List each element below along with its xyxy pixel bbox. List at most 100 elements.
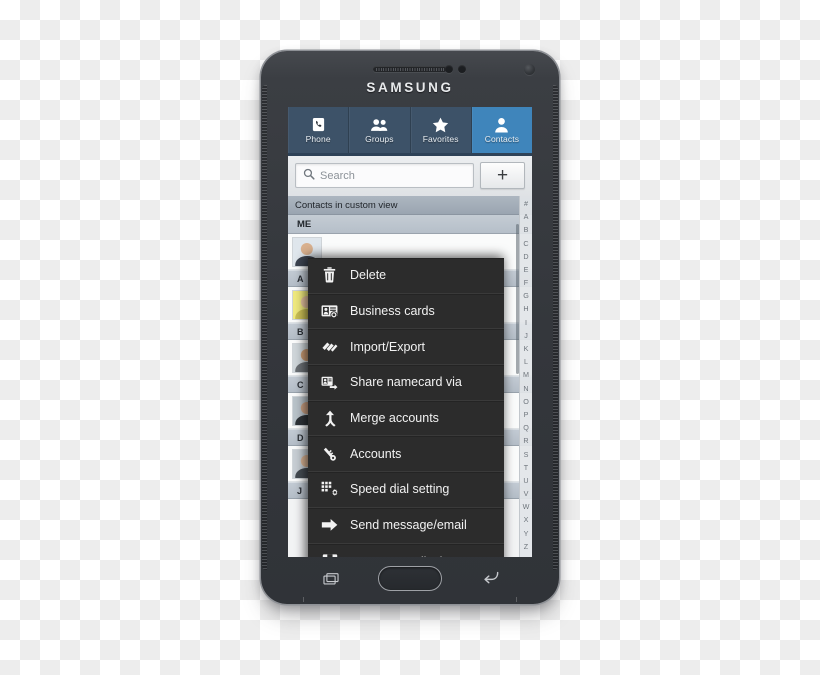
index-letter-z[interactable]: Z [520,540,532,553]
index-letter-i[interactable]: I [520,316,532,329]
tab-favorites-label: Favorites [422,134,459,145]
menu-item-label: Business cards [350,304,435,319]
index-letter-y[interactable]: Y [520,527,532,540]
phone-top-hardware: SAMSUNG [261,51,559,107]
right-side-rail [553,85,558,570]
recents-icon[interactable] [323,573,339,585]
index-letter-d[interactable]: D [520,250,532,263]
index-letter-k[interactable]: K [520,342,532,355]
index-letter-f[interactable]: F [520,276,532,289]
me-label: ME [297,218,312,230]
menu-item-share-namecard-via[interactable]: Share namecard via [308,365,504,401]
index-letter-u[interactable]: U [520,474,532,487]
front-camera-icon [524,64,535,75]
tab-phone[interactable]: Phone [288,107,350,153]
proximity-sensor-icon [445,65,453,73]
phone-bottom-hardware [261,557,559,604]
index-letter-v[interactable]: V [520,487,532,500]
tab-contacts-label: Contacts [484,134,520,145]
person-icon [494,116,509,133]
list-scrollbar[interactable] [516,224,519,374]
bottom-seam-left [303,597,304,602]
tab-contacts[interactable]: Contacts [471,107,532,153]
samsung-brand-logo: SAMSUNG [366,80,454,95]
tab-favorites[interactable]: Favorites [410,107,472,153]
phone-screen: Phone Groups Favorites Contacts Search +… [288,107,532,557]
index-letter-b[interactable]: B [520,223,532,236]
menu-item-contacts-to-display[interactable]: Contacts to display [308,544,504,558]
index-letter-g[interactable]: G [520,289,532,302]
index-letter-t[interactable]: T [520,461,532,474]
index-letter-r[interactable]: R [520,434,532,447]
section-letter-label: D [297,432,304,443]
index-letter-s[interactable]: S [520,448,532,461]
menu-item-label: Accounts [350,446,402,461]
section-letter-label: J [297,485,303,496]
search-placeholder-text: Search [320,169,355,182]
index-letter-w[interactable]: W [520,500,532,513]
menu-item-accounts[interactable]: Accounts [308,436,504,473]
menu-item-label: Import/Export [350,339,426,354]
menu-item-label: Merge accounts [350,411,439,426]
key-icon [321,445,338,462]
menu-item-send-message-email[interactable]: Send message/email [308,508,504,544]
menu-item-label: Send message/email [350,518,467,533]
contacts-list-area[interactable]: Contacts in custom view ME A B C D J # A… [288,196,532,557]
custom-view-label: Contacts in custom view [295,199,398,211]
samsung-phone-device: SAMSUNG Phone Groups Favorites Contacts … [261,51,559,604]
index-letter-j[interactable]: J [520,329,532,342]
menu-item-label: Delete [350,268,387,283]
share-card-icon [321,374,338,391]
light-sensor-icon [458,65,466,73]
import-export-icon [321,338,338,355]
menu-item-merge-accounts[interactable]: Merge accounts [308,401,504,437]
menu-item-label: Share namecard via [350,375,462,390]
index-letter-l[interactable]: L [520,355,532,368]
phone-handset-icon [311,116,326,133]
custom-view-header: Contacts in custom view [288,196,532,215]
app-tab-bar: Phone Groups Favorites Contacts [288,107,532,153]
menu-item-label: Speed dial setting [350,482,450,497]
me-section-header: ME [288,215,532,234]
trash-icon [321,267,338,284]
index-letter-m[interactable]: M [520,368,532,381]
back-icon[interactable] [482,571,499,586]
alphabet-index-strip[interactable]: # A B C D E F G H I J K L M N O P Q R S T U V W X Y Z [519,196,532,557]
keypad-gear-icon [321,481,338,498]
search-input[interactable]: Search [295,163,474,188]
index-letter-c[interactable]: C [520,237,532,250]
plus-icon: + [496,165,509,186]
merge-arrow-icon [321,410,338,427]
menu-item-speed-dial-setting[interactable]: Speed dial setting [308,472,504,508]
index-letter-n[interactable]: N [520,382,532,395]
index-letter-p[interactable]: P [520,408,532,421]
add-contact-button[interactable]: + [480,162,525,189]
group-people-icon [370,116,389,133]
index-letter-q[interactable]: Q [520,421,532,434]
bottom-seam-right [516,597,517,602]
index-letter-a[interactable]: A [520,210,532,223]
index-letter-o[interactable]: O [520,395,532,408]
index-letter-x[interactable]: X [520,514,532,527]
menu-item-import-export[interactable]: Import/Export [308,329,504,366]
menu-item-business-cards[interactable]: Business cards [308,294,504,330]
section-letter-label: C [297,379,304,390]
index-letter-e[interactable]: E [520,263,532,276]
search-icon [303,167,315,185]
search-row: Search + [288,156,532,196]
section-letter-label: B [297,326,304,337]
index-letter-h[interactable]: H [520,303,532,316]
star-icon [432,116,449,133]
arrow-right-icon [321,517,338,534]
tab-groups[interactable]: Groups [349,107,411,153]
menu-item-delete[interactable]: Delete [308,258,504,294]
menu-item-label: Contacts to display [350,555,456,558]
earpiece-speaker-grille [373,66,447,72]
index-letter-hash[interactable]: # [520,197,532,210]
display-icon [321,552,338,557]
business-card-icon [321,303,338,320]
left-side-rail [262,85,267,570]
tab-groups-label: Groups [365,134,394,145]
home-button[interactable] [378,566,442,591]
tab-phone-label: Phone [305,134,331,145]
